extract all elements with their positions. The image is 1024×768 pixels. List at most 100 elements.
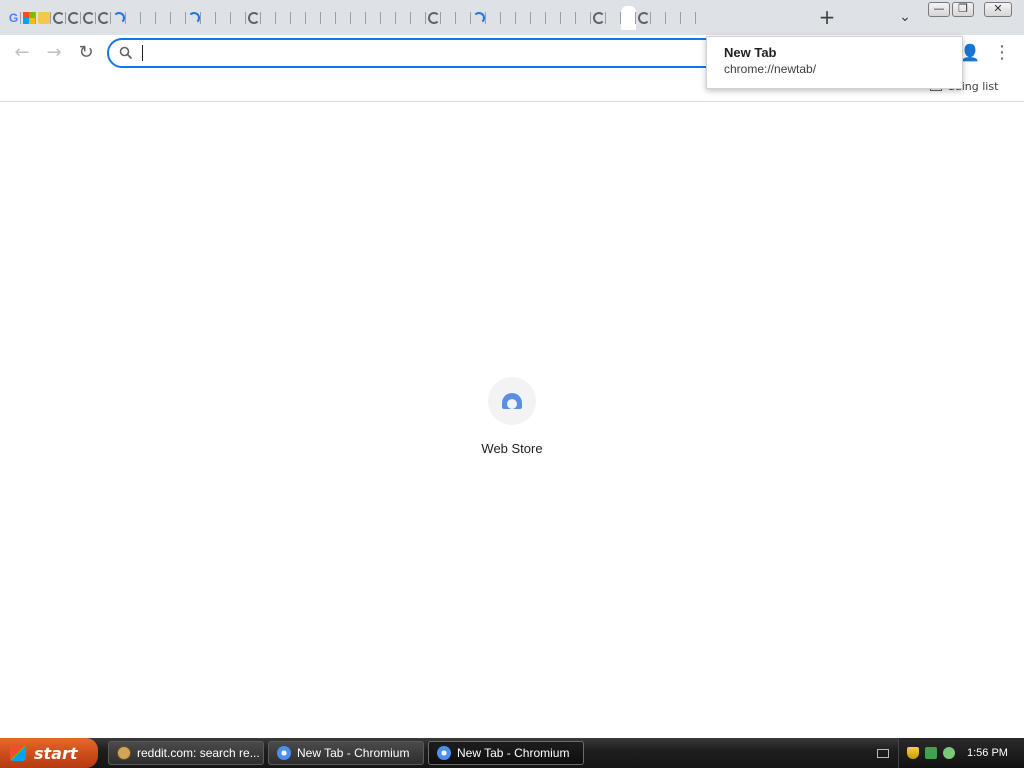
system-tray: 1:56 PM — [877, 738, 1024, 768]
taskbar-item-label: reddit.com: search re... — [137, 746, 260, 760]
chromium-swirl-icon — [427, 12, 440, 24]
chromium-swirl-icon — [637, 12, 650, 24]
tab-blank[interactable] — [531, 6, 546, 30]
tab-blank[interactable] — [291, 6, 306, 30]
tab-blank[interactable] — [561, 6, 576, 30]
tab-chromium[interactable] — [246, 6, 261, 30]
start-label: start — [34, 743, 78, 763]
tab-strip: G + ⌄ — ❐ ✕ — [0, 0, 1024, 35]
chromium-swirl-icon — [67, 12, 80, 24]
hover-card-url: chrome://newtab/ — [724, 62, 817, 76]
chromium-swirl-icon — [97, 12, 110, 24]
tab-blank[interactable] — [351, 6, 366, 30]
taskbar: start reddit.com: search re... New Tab -… — [0, 738, 1024, 768]
tab-bookmark[interactable] — [36, 6, 51, 30]
tab-blank[interactable] — [336, 6, 351, 30]
new-tab-page: Web Store — [0, 103, 1024, 738]
shortcut-label: Web Store — [481, 441, 543, 456]
tab-blank[interactable] — [156, 6, 171, 30]
tab-blank[interactable] — [141, 6, 156, 30]
taskbar-item-chromium[interactable]: New Tab - Chromium — [268, 741, 424, 765]
tab-chromium[interactable] — [81, 6, 96, 30]
keyboard-icon[interactable] — [877, 749, 889, 758]
menu-button[interactable]: ⋮ — [988, 39, 1016, 67]
new-tab-button[interactable]: + — [815, 5, 839, 29]
tab-blank[interactable] — [216, 6, 231, 30]
chromium-swirl-icon — [247, 12, 260, 24]
tab-blank[interactable] — [651, 6, 666, 30]
taskbar-item-chromium-active[interactable]: New Tab - Chromium — [428, 741, 584, 765]
tab-hover-card: New Tab chrome://newtab/ — [706, 36, 963, 89]
tab-blank[interactable] — [366, 6, 381, 30]
tab-chromium[interactable] — [96, 6, 111, 30]
maximize-button[interactable]: ❐ — [952, 2, 974, 17]
tab-blank[interactable] — [576, 6, 591, 30]
taskbar-item-label: New Tab - Chromium — [297, 746, 410, 760]
search-icon — [119, 46, 133, 60]
tab-blank[interactable] — [381, 6, 396, 30]
tab-chromium[interactable] — [426, 6, 441, 30]
back-button[interactable]: ← — [8, 39, 36, 67]
clock[interactable]: 1:56 PM — [967, 747, 1008, 759]
forward-button[interactable]: → — [40, 39, 68, 67]
tab-blank[interactable] — [501, 6, 516, 30]
tab-chromium[interactable] — [66, 6, 81, 30]
tab-chromium[interactable] — [591, 6, 606, 30]
omnibox-input[interactable] — [141, 42, 701, 64]
tab-blank[interactable] — [201, 6, 216, 30]
tab-loading[interactable] — [186, 6, 201, 30]
tab-microsoft[interactable] — [21, 6, 36, 30]
tab-blank[interactable] — [441, 6, 456, 30]
google-icon: G — [8, 11, 19, 25]
network-icon[interactable] — [925, 747, 937, 759]
tab-blank[interactable] — [261, 6, 276, 30]
tab-list: G — [6, 6, 696, 30]
tab-blank[interactable] — [396, 6, 411, 30]
tab-blank[interactable] — [546, 6, 561, 30]
omnibox[interactable] — [107, 38, 727, 68]
chromium-swirl-icon — [82, 12, 95, 24]
hover-card-title: New Tab — [724, 45, 777, 60]
shortcut-web-store[interactable]: Web Store — [472, 377, 552, 456]
taskbar-item-reddit[interactable]: reddit.com: search re... — [108, 741, 264, 765]
loading-spinner-icon — [187, 12, 200, 24]
taskbar-item-label: New Tab - Chromium — [457, 746, 570, 760]
tab-blank[interactable] — [606, 6, 621, 30]
tab-google[interactable]: G — [6, 6, 21, 30]
tab-blank[interactable] — [516, 6, 531, 30]
tab-blank[interactable] — [456, 6, 471, 30]
close-window-button[interactable]: ✕ — [984, 2, 1012, 17]
chromium-icon — [277, 746, 291, 760]
tab-chromium[interactable] — [51, 6, 66, 30]
shortcut-tile — [488, 377, 536, 425]
tab-blank[interactable] — [171, 6, 186, 30]
volume-icon[interactable] — [943, 747, 955, 759]
tab-search-button[interactable]: ⌄ — [894, 5, 916, 29]
loading-spinner-icon — [472, 12, 485, 24]
windows-flag-icon — [10, 745, 26, 761]
tab-blank[interactable] — [666, 6, 681, 30]
tab-blank[interactable] — [321, 6, 336, 30]
reddit-icon — [117, 746, 131, 760]
chromium-swirl-icon — [592, 12, 605, 24]
tab-new-tab-active[interactable] — [621, 6, 636, 30]
chromium-swirl-icon — [52, 12, 65, 24]
chromium-icon — [437, 746, 451, 760]
tab-chromium[interactable] — [636, 6, 651, 30]
bookmark-icon — [37, 12, 50, 24]
tab-blank[interactable] — [231, 6, 246, 30]
tab-blank[interactable] — [411, 6, 426, 30]
tab-loading[interactable] — [471, 6, 486, 30]
tab-blank[interactable] — [681, 6, 696, 30]
security-shield-icon[interactable] — [907, 747, 919, 759]
reload-button[interactable]: ↻ — [72, 39, 100, 67]
tab-blank[interactable] — [486, 6, 501, 30]
microsoft-icon — [22, 12, 35, 24]
start-button[interactable]: start — [0, 738, 98, 768]
loading-spinner-icon — [112, 12, 125, 24]
tab-blank[interactable] — [126, 6, 141, 30]
tab-loading[interactable] — [111, 6, 126, 30]
tab-blank[interactable] — [276, 6, 291, 30]
minimize-button[interactable]: — — [928, 2, 950, 17]
tab-blank[interactable] — [306, 6, 321, 30]
